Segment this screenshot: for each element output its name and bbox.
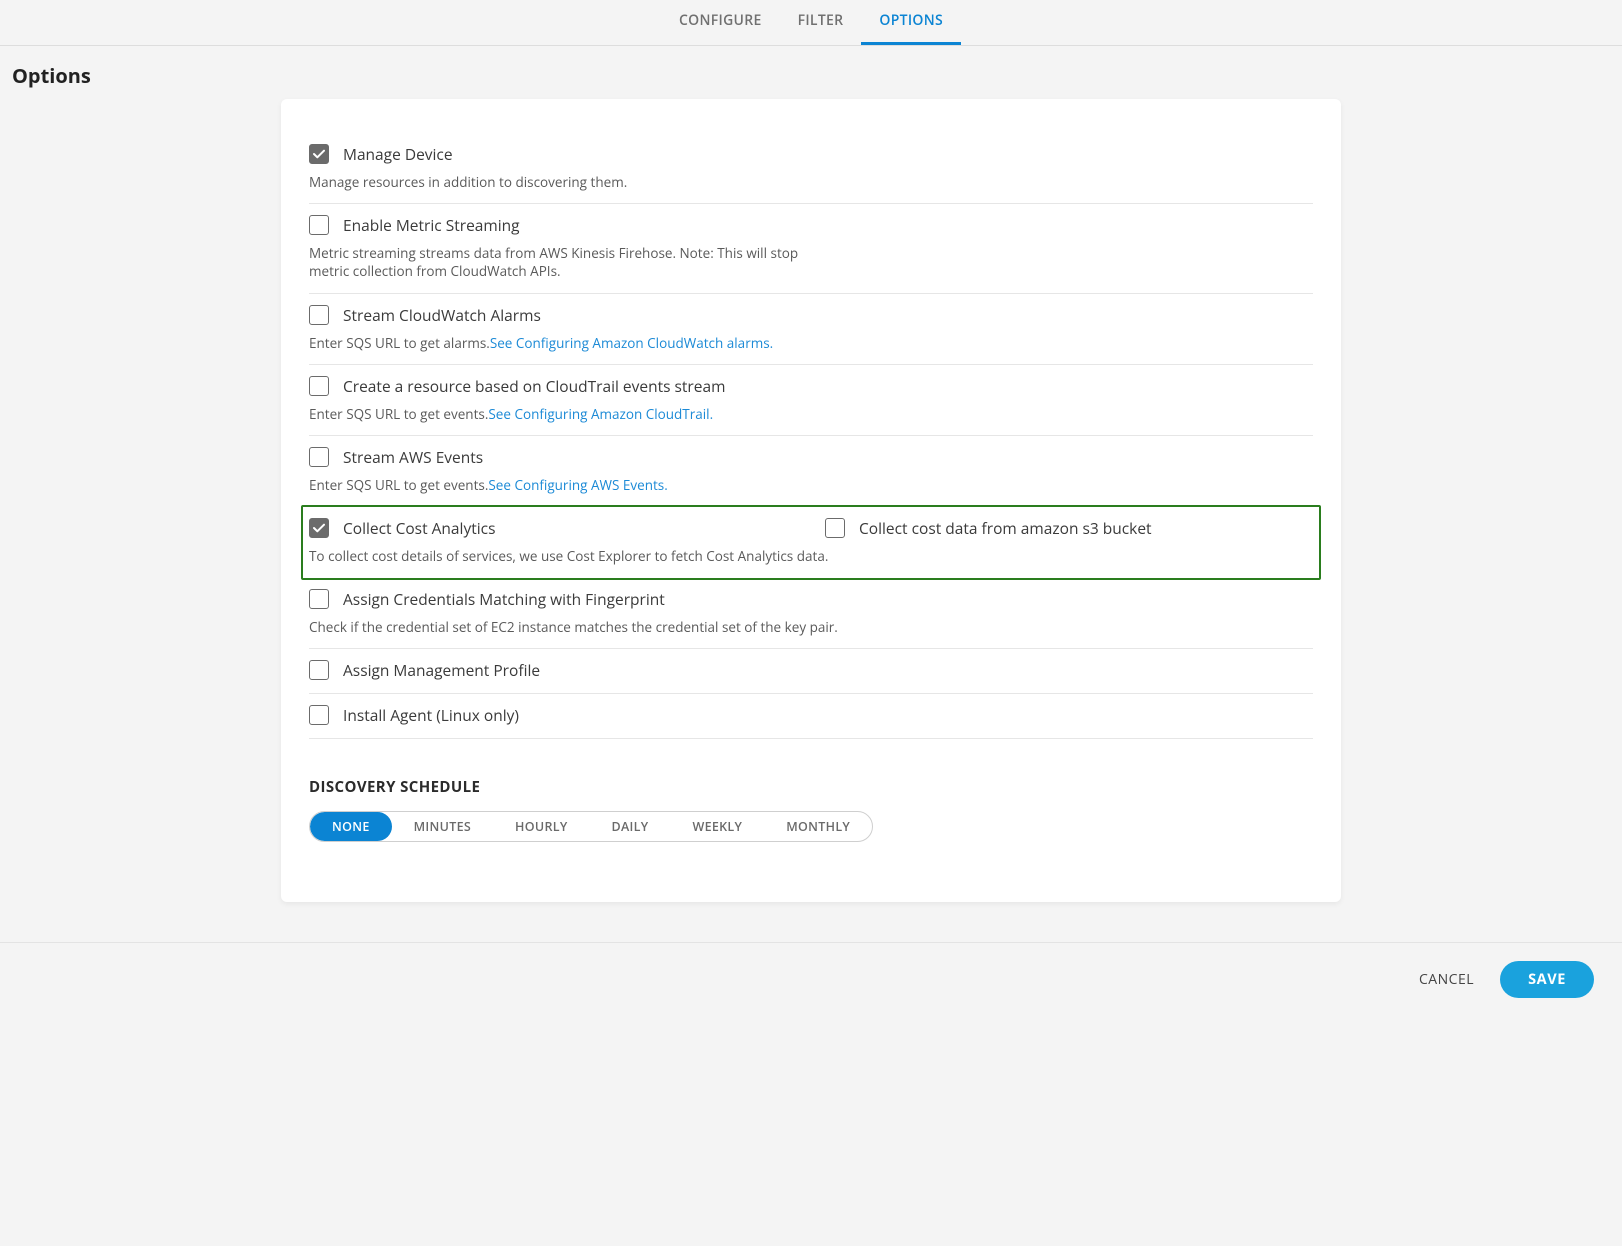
option-cloudwatch-alarms: Stream CloudWatch Alarms Enter SQS URL t… [309,294,1313,365]
check-icon [313,149,325,159]
option-mgmt-profile: Assign Management Profile [309,649,1313,694]
schedule-pill-none[interactable]: NONE [310,812,392,841]
manage-device-desc: Manage resources in addition to discover… [309,173,829,191]
cost-analytics-label: Collect Cost Analytics [343,517,495,539]
install-agent-label: Install Agent (Linux only) [343,704,519,726]
manage-device-label: Manage Device [343,143,453,165]
options-card: Manage Device Manage resources in additi… [281,99,1341,902]
tab-filter[interactable]: FILTER [780,0,862,45]
fingerprint-checkbox[interactable] [309,589,329,609]
install-agent-checkbox[interactable] [309,705,329,725]
cloudwatch-alarms-checkbox[interactable] [309,305,329,325]
schedule-pill-minutes[interactable]: MINUTES [392,812,493,841]
tab-options[interactable]: OPTIONS [861,0,961,45]
cloudwatch-alarms-label: Stream CloudWatch Alarms [343,304,541,326]
option-metric-streaming: Enable Metric Streaming Metric streaming… [309,204,1313,293]
option-aws-events: Stream AWS Events Enter SQS URL to get e… [309,436,1313,507]
tab-configure[interactable]: CONFIGURE [661,0,780,45]
cost-s3-checkbox[interactable] [825,518,845,538]
schedule-pill-hourly[interactable]: HOURLY [493,812,590,841]
top-tabs: CONFIGURE FILTER OPTIONS [0,0,1622,46]
cost-analytics-desc: To collect cost details of services, we … [309,547,1313,565]
cloudwatch-alarms-desc-text: Enter SQS URL to get alarms. [309,334,490,352]
cloudtrail-checkbox[interactable] [309,376,329,396]
fingerprint-desc: Check if the credential set of EC2 insta… [309,618,1313,636]
aws-events-link[interactable]: See Configuring AWS Events. [488,476,667,494]
aws-events-checkbox[interactable] [309,447,329,467]
schedule-pill-group: NONE MINUTES HOURLY DAILY WEEKLY MONTHLY [309,811,873,842]
cloudwatch-alarms-desc: Enter SQS URL to get alarms.See Configur… [309,334,829,352]
schedule-pill-daily[interactable]: DAILY [590,812,671,841]
aws-events-desc-text: Enter SQS URL to get events. [309,476,488,494]
cloudtrail-label: Create a resource based on CloudTrail ev… [343,375,725,397]
cloudtrail-desc: Enter SQS URL to get events.See Configur… [309,405,829,423]
cloudtrail-link[interactable]: See Configuring Amazon CloudTrail. [488,405,713,423]
option-install-agent: Install Agent (Linux only) [309,694,1313,739]
mgmt-profile-checkbox[interactable] [309,660,329,680]
mgmt-profile-label: Assign Management Profile [343,659,540,681]
aws-events-label: Stream AWS Events [343,446,483,468]
cost-analytics-checkbox[interactable] [309,518,329,538]
cloudtrail-desc-text: Enter SQS URL to get events. [309,405,488,423]
save-button[interactable]: SAVE [1500,961,1594,998]
check-icon [313,523,325,533]
aws-events-desc: Enter SQS URL to get events.See Configur… [309,476,829,494]
option-cost-analytics: Collect Cost Analytics Collect cost data… [301,505,1321,579]
metric-streaming-label: Enable Metric Streaming [343,214,520,236]
metric-streaming-desc: Metric streaming streams data from AWS K… [309,244,829,280]
schedule-pill-weekly[interactable]: WEEKLY [670,812,764,841]
cancel-button[interactable]: CANCEL [1419,970,1474,989]
fingerprint-label: Assign Credentials Matching with Fingerp… [343,588,665,610]
option-cloudtrail: Create a resource based on CloudTrail ev… [309,365,1313,436]
option-fingerprint: Assign Credentials Matching with Fingerp… [309,578,1313,649]
discovery-schedule-title: DISCOVERY SCHEDULE [309,777,1313,797]
option-manage-device: Manage Device Manage resources in additi… [309,133,1313,204]
cost-s3-label: Collect cost data from amazon s3 bucket [859,517,1152,539]
schedule-pill-monthly[interactable]: MONTHLY [764,812,872,841]
footer-actions: CANCEL SAVE [0,942,1622,1020]
cloudwatch-alarms-link[interactable]: See Configuring Amazon CloudWatch alarms… [490,334,773,352]
page-title: Options [0,46,1622,99]
manage-device-checkbox[interactable] [309,144,329,164]
metric-streaming-checkbox[interactable] [309,215,329,235]
